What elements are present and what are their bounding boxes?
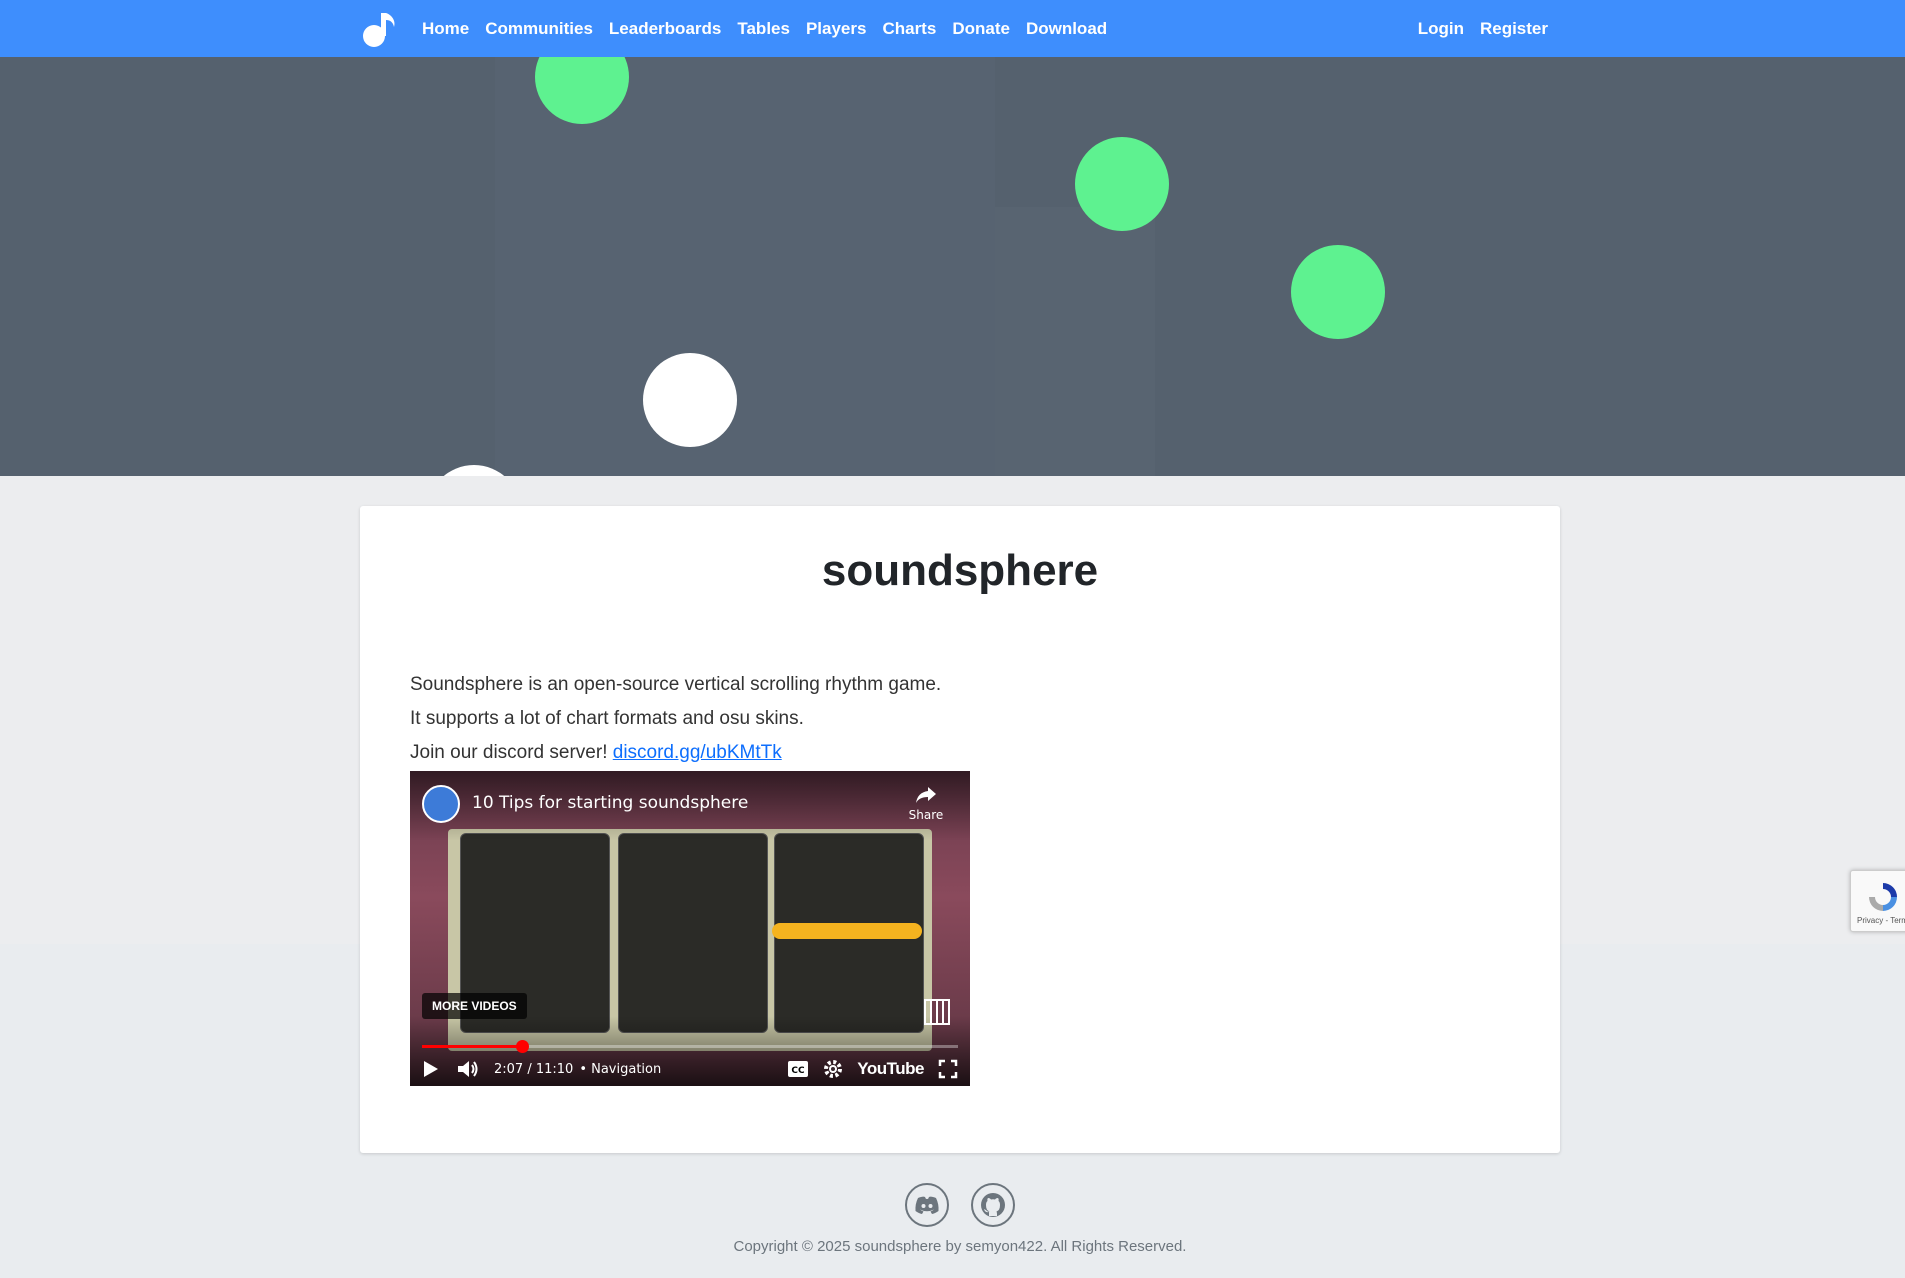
github-icon xyxy=(981,1193,1005,1217)
play-icon[interactable] xyxy=(422,1059,440,1079)
nav-players[interactable]: Players xyxy=(798,19,875,39)
fullscreen-icon[interactable] xyxy=(938,1059,958,1079)
login-link[interactable]: Login xyxy=(1410,19,1472,39)
nav-tables[interactable]: Tables xyxy=(729,19,798,39)
recaptcha-icon xyxy=(1869,883,1897,911)
discord-link[interactable]: discord.gg/ubKMtTk xyxy=(613,742,782,763)
video-title[interactable]: 10 Tips for starting soundsphere xyxy=(472,793,748,813)
video-progress-fill xyxy=(422,1045,522,1048)
description-line: Join our discord server! discord.gg/ubKM… xyxy=(410,736,941,770)
discord-icon xyxy=(915,1196,939,1214)
discord-prompt: Join our discord server! xyxy=(410,742,608,763)
piano-icon xyxy=(924,999,950,1025)
nav-charts[interactable]: Charts xyxy=(874,19,944,39)
note-green-3 xyxy=(1291,245,1385,339)
nav-home[interactable]: Home xyxy=(414,19,477,39)
github-footer-link[interactable] xyxy=(971,1183,1015,1227)
page-title: soundsphere xyxy=(821,546,1099,595)
nav-communities[interactable]: Communities xyxy=(477,19,601,39)
captions-icon[interactable]: CC xyxy=(787,1060,809,1078)
content-card: soundsphere Soundsphere is an open-sourc… xyxy=(360,506,1560,1153)
more-videos-button[interactable]: MORE VIDEOS xyxy=(422,993,527,1019)
share-label: Share xyxy=(908,808,944,822)
music-note-logo-icon[interactable] xyxy=(360,9,400,49)
video-panel xyxy=(618,833,768,1033)
nav-download[interactable]: Download xyxy=(1018,19,1115,39)
video-progress-knob[interactable] xyxy=(515,1040,529,1053)
channel-avatar[interactable] xyxy=(422,785,460,823)
description-line: It supports a lot of chart formats and o… xyxy=(410,708,804,729)
video-progress-bar[interactable] xyxy=(422,1040,958,1053)
note-white-1 xyxy=(643,353,737,447)
note-green-2 xyxy=(1075,137,1169,231)
settings-gear-icon[interactable] xyxy=(823,1059,843,1079)
description-line: Soundsphere is an open-source vertical s… xyxy=(410,674,942,695)
recaptcha-badge[interactable]: Privacy - Terms xyxy=(1850,870,1905,932)
hero-notes-graphic xyxy=(443,57,1385,476)
hero-banner xyxy=(0,57,1905,476)
copyright: Copyright © 2025 soundsphere by semyon42… xyxy=(733,1238,1187,1255)
youtube-embed[interactable]: 10 Tips for starting soundsphere Share M… xyxy=(410,771,970,1086)
nav-leaderboards[interactable]: Leaderboards xyxy=(601,19,729,39)
discord-footer-link[interactable] xyxy=(905,1183,949,1227)
description: Soundsphere is an open-source vertical s… xyxy=(410,668,941,770)
volume-icon[interactable] xyxy=(456,1059,480,1079)
video-time: 2:07 / 11:10 xyxy=(494,1061,574,1077)
share-icon xyxy=(916,787,936,803)
nav-auth: Login Register xyxy=(1410,19,1556,39)
navbar: Home Communities Leaderboards Tables Pla… xyxy=(0,0,1905,57)
svg-text:CC: CC xyxy=(792,1066,806,1076)
register-link[interactable]: Register xyxy=(1472,19,1556,39)
nav-donate[interactable]: Donate xyxy=(944,19,1018,39)
navbar-inner: Home Communities Leaderboards Tables Pla… xyxy=(360,0,1556,57)
footer-social xyxy=(905,1183,1015,1227)
video-chapter[interactable]: • Navigation xyxy=(579,1062,661,1077)
youtube-logo[interactable]: YouTube xyxy=(857,1059,924,1079)
video-controls: 2:07 / 11:10 • Navigation CC YouTube xyxy=(422,1057,958,1081)
video-controls-right: CC YouTube xyxy=(787,1059,958,1079)
recaptcha-links[interactable]: Privacy - Terms xyxy=(1857,916,1905,925)
video-highlight-bar xyxy=(772,923,922,939)
nav-links: Home Communities Leaderboards Tables Pla… xyxy=(414,19,1115,39)
share-button[interactable]: Share xyxy=(906,785,946,822)
